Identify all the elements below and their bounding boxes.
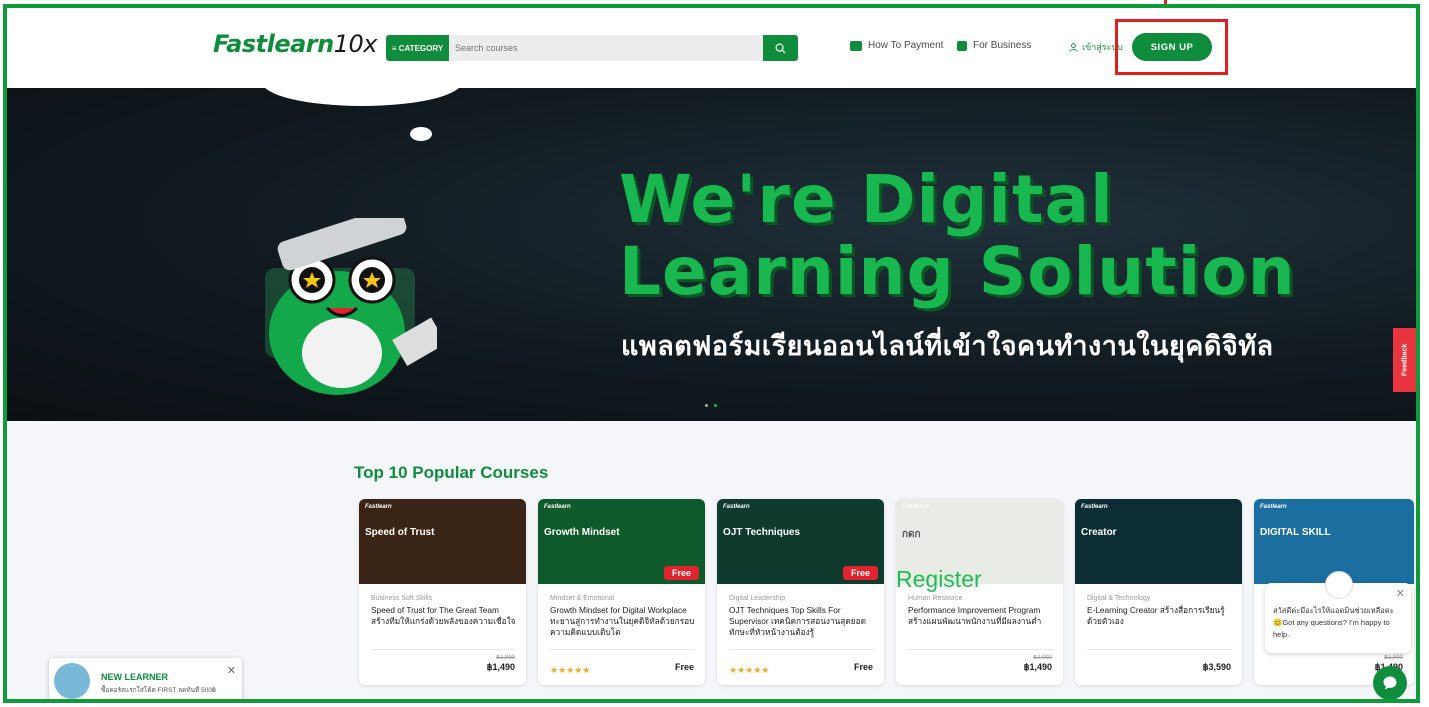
free-badge: Free: [663, 566, 699, 580]
course-price: Free: [674, 662, 694, 672]
thumb-brand: Fastlearn: [1081, 504, 1108, 510]
new-learner-subtitle: ซื้อคอร์สแรกใส่โค้ด FIRST ลดทันที 500฿: [101, 687, 216, 694]
rating-stars: ★★★★★: [729, 665, 770, 675]
hero-title: We're Digital Learning Solution: [619, 164, 1296, 308]
course-old-price: ฿2,990: [1033, 655, 1052, 661]
course-category: Mindset & Emotional: [550, 595, 615, 602]
course-category: Human Resource: [908, 595, 963, 602]
course-name: Growth Mindset for Digital Workplace ทะย…: [550, 605, 695, 637]
course-card[interactable]: Fastlearn Speed of Trust Business Soft Ski…: [359, 499, 526, 685]
course-name: OJT Techniques Top Skills For Supervisor…: [729, 605, 866, 637]
top-navbar: Fastlearn10x ≡ CATEGORY How To Payment F…: [7, 8, 1416, 88]
payment-card-icon: [850, 40, 862, 51]
course-thumbnail: Fastlearn OJT Techniques Free: [717, 499, 884, 584]
logo-text: Fastlearn: [213, 30, 334, 58]
course-price: ฿3,590: [1202, 662, 1231, 672]
hero-title-line1: We're Digital: [619, 161, 1114, 238]
new-learner-title: NEW LEARNER: [101, 672, 168, 682]
card-divider: [908, 649, 1053, 650]
search-bar: ≡ CATEGORY: [386, 35, 798, 61]
new-learner-popup[interactable]: NEW LEARNER ซื้อคอร์สแรกใส่โค้ด FIRST ลด…: [49, 658, 242, 699]
search-button[interactable]: [763, 35, 798, 61]
course-card[interactable]: Fastlearn Growth Mindset Free Mindset & Emo…: [538, 499, 705, 685]
user-icon: [1069, 42, 1078, 52]
course-name: Speed of Trust for The Great Team สร้างท…: [371, 605, 516, 626]
section-title: Top 10 Popular Courses: [354, 463, 549, 482]
course-thumbnail: Fastlearn Creator: [1075, 499, 1242, 584]
course-thumbnail: Fastlearn Growth Mindset Free: [538, 499, 705, 584]
signup-button[interactable]: SIGN UP: [1132, 33, 1212, 61]
for-business-link[interactable]: For Business: [957, 40, 1031, 51]
carousel-dots[interactable]: [705, 404, 717, 407]
register-overlay-text: Register: [896, 566, 982, 592]
close-icon[interactable]: ✕: [1396, 587, 1405, 600]
course-price: Free: [853, 662, 873, 672]
course-price: ฿1,490: [486, 662, 515, 672]
card-divider: [550, 649, 695, 650]
feedback-tab[interactable]: Feedback: [1393, 328, 1416, 392]
free-badge: Free: [842, 566, 878, 580]
thumb-title: Creator: [1081, 527, 1117, 538]
carousel-dot[interactable]: [705, 404, 708, 407]
course-name: Performance Improvement Program สร้างแผน…: [908, 605, 1042, 626]
for-business-label: For Business: [973, 40, 1032, 51]
thumb-title: กดก: [902, 529, 921, 540]
thumb-title: DIGITAL SKILL: [1260, 527, 1331, 538]
hero-title-line2: Learning Solution: [619, 233, 1296, 310]
hero-banner[interactable]: We're Digital Learning Solution แพลตฟอร์…: [7, 88, 1416, 421]
rating-stars: ★★★★★: [550, 665, 591, 675]
course-category: Business Soft Skills: [371, 595, 433, 602]
carousel-dot-active[interactable]: [714, 404, 717, 407]
course-old-price: ฿1,990: [1384, 655, 1403, 661]
speech-bubble: [262, 88, 462, 106]
thumb-brand: Fastlearn: [902, 504, 929, 510]
thumb-brand: Fastlearn: [365, 504, 392, 510]
how-to-payment-link[interactable]: How To Payment: [850, 40, 943, 51]
learner-avatar: [54, 663, 90, 699]
card-divider: [371, 649, 516, 650]
course-price: ฿1,490: [1023, 662, 1052, 672]
search-input[interactable]: [449, 35, 763, 61]
category-button[interactable]: ≡ CATEGORY: [386, 35, 449, 61]
thumb-title: OJT Techniques: [723, 527, 801, 538]
course-card[interactable]: Fastlearn OJT Techniques Free Digital Leade…: [717, 499, 884, 685]
chat-button[interactable]: [1373, 666, 1407, 699]
speech-bubble-small: [410, 127, 432, 141]
hero-subtitle: แพลตฟอร์มเรียนออนไลน์ที่เข้าใจคนทำงานในย…: [621, 331, 1274, 361]
page-frame: Fastlearn10x ≡ CATEGORY How To Payment F…: [3, 4, 1420, 703]
site-logo[interactable]: Fastlearn10x: [213, 30, 377, 58]
briefcase-icon: [957, 40, 967, 51]
thumb-brand: Fastlearn: [1260, 504, 1287, 510]
chat-message: สวัสดีค่ะมีอะไรให้แอดมินช่วยเหลือคะ 😊Got…: [1273, 606, 1394, 639]
course-category: Digital Leadership: [729, 595, 786, 602]
chat-popup[interactable]: ✕ สวัสดีค่ะมีอะไรให้แอดมินช่วยเหลือคะ 😊G…: [1265, 571, 1411, 653]
chat-bubble-icon: [1383, 676, 1397, 690]
card-divider: [729, 649, 874, 650]
chat-logo: [1325, 571, 1353, 599]
course-category: Digital & Technology: [1087, 595, 1151, 602]
thumb-title: Speed of Trust: [365, 527, 435, 538]
thumb-brand: Fastlearn: [723, 504, 750, 510]
how-to-payment-label: How To Payment: [868, 40, 944, 51]
thumb-title: Growth Mindset: [544, 527, 620, 538]
course-old-price: ฿1,990: [496, 655, 515, 661]
card-divider: [1087, 649, 1232, 650]
course-thumbnail: Fastlearn Speed of Trust: [359, 499, 526, 584]
course-name: E-Learning Creator สร้างสื่อการเรียนรู้ด…: [1087, 605, 1225, 626]
close-icon[interactable]: ✕: [227, 664, 236, 677]
thumb-brand: Fastlearn: [544, 504, 571, 510]
logo-suffix: 10x: [333, 30, 378, 58]
search-icon: [775, 43, 786, 54]
mascot-illustration: [265, 218, 437, 395]
course-card[interactable]: Fastlearn Creator Digital & Technology E-Le…: [1075, 499, 1242, 685]
